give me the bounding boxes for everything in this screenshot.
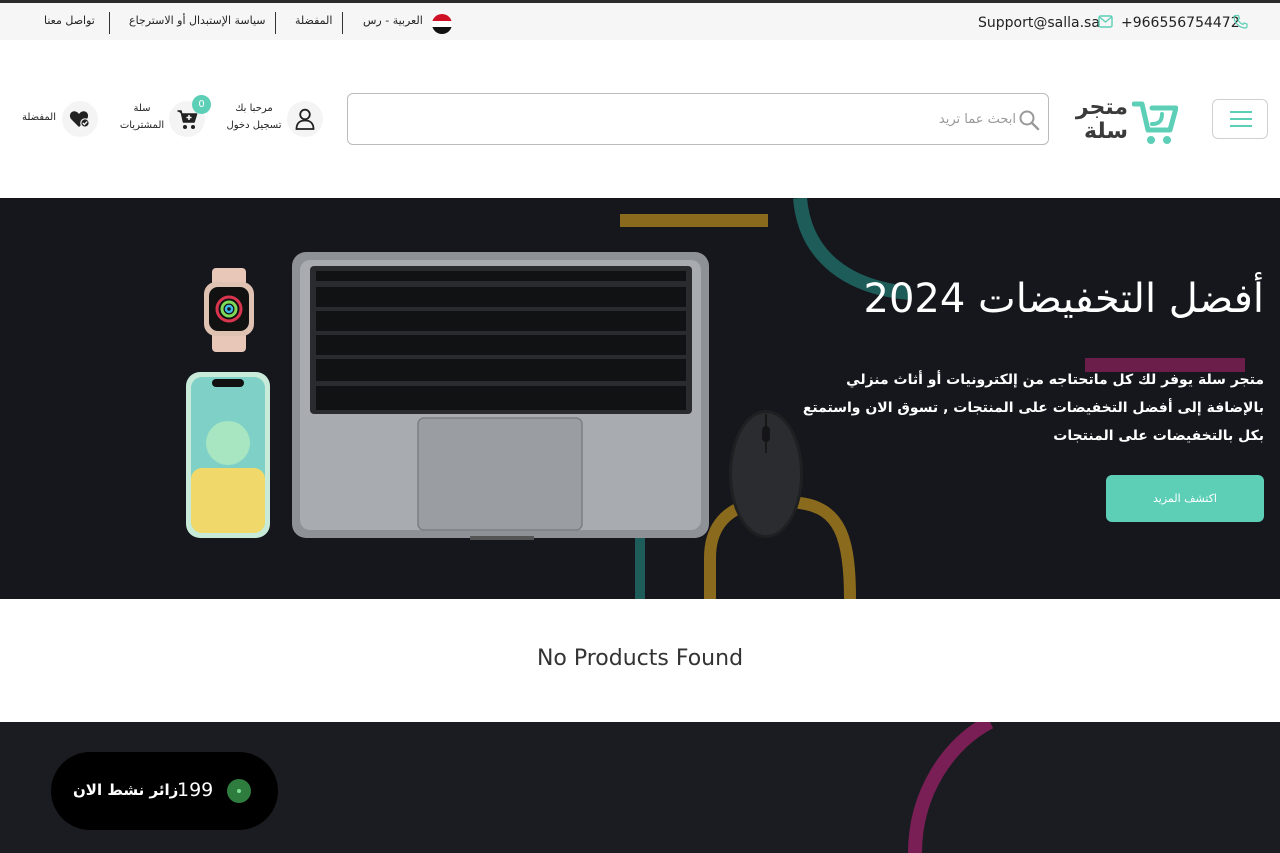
cart-text[interactable]: سلة المشتريات xyxy=(118,100,166,134)
logo-line-1: متجر xyxy=(1075,95,1128,120)
support-email[interactable]: Support@salla.sa xyxy=(978,15,1100,31)
online-dot-icon xyxy=(227,779,251,803)
favorites-link[interactable]: المفضلة xyxy=(295,14,332,27)
discover-more-button[interactable]: اكتشف المزيد xyxy=(1106,475,1264,522)
menu-line xyxy=(1230,111,1252,113)
store-logo[interactable]: متجر سلة xyxy=(1070,96,1180,148)
no-products-message: No Products Found xyxy=(536,646,744,671)
logo-text: متجر سلة xyxy=(1070,96,1128,144)
search-bar xyxy=(347,93,1049,145)
visitor-label: زائر نشط الان xyxy=(73,781,179,799)
search-icon[interactable] xyxy=(1018,109,1040,131)
hero-banner: أفضل التخفيضات 2024 متجر سلة يوفر لك كل … xyxy=(0,198,1280,599)
contact-us-link[interactable]: تواصل معنا xyxy=(44,14,95,27)
cart-label-line-1: سلة xyxy=(133,103,151,114)
language-currency-selector[interactable]: العربية - رس xyxy=(363,14,423,27)
cart-count-badge: 0 xyxy=(192,95,211,114)
menu-line xyxy=(1230,125,1252,127)
account-button[interactable] xyxy=(287,101,323,137)
account-text[interactable]: مرحبا بك تسجيل دخول xyxy=(226,100,282,134)
wishlist-label[interactable]: المفضلة xyxy=(20,109,58,126)
phone-icon xyxy=(1233,14,1248,29)
search-input[interactable] xyxy=(356,104,1016,134)
hero-title: أفضل التخفيضات 2024 xyxy=(863,276,1264,322)
logo-line-2: سلة xyxy=(1084,119,1128,144)
cart-icon xyxy=(177,110,198,129)
divider xyxy=(342,12,343,34)
hero-description: متجر سلة يوفر لك كل ماتحتاجه من إلكتروني… xyxy=(802,372,1264,444)
menu-line xyxy=(1230,118,1252,120)
top-bar: تواصل معنا سياسة الإستبدال أو الاسترجاع … xyxy=(0,3,1280,40)
hamburger-menu-button[interactable] xyxy=(1212,99,1268,139)
country-flag-icon[interactable] xyxy=(432,14,452,34)
heart-icon xyxy=(69,111,90,128)
divider xyxy=(109,12,110,34)
mail-icon xyxy=(1098,15,1113,28)
wishlist-button[interactable] xyxy=(62,101,98,137)
visitor-count: 199 xyxy=(177,779,214,801)
support-phone[interactable]: +966556754472 xyxy=(1121,15,1240,31)
login-link[interactable]: تسجيل دخول xyxy=(226,117,282,134)
cart-label-line-2: المشتريات xyxy=(119,120,165,131)
divider xyxy=(275,12,276,34)
return-policy-link[interactable]: سياسة الإستبدال أو الاسترجاع xyxy=(129,14,266,27)
active-visitors-widget: 199 زائر نشط الان xyxy=(51,752,278,830)
account-greeting: مرحبا بك xyxy=(235,103,273,114)
user-icon xyxy=(295,108,315,130)
cart-logo-icon xyxy=(1132,101,1178,144)
